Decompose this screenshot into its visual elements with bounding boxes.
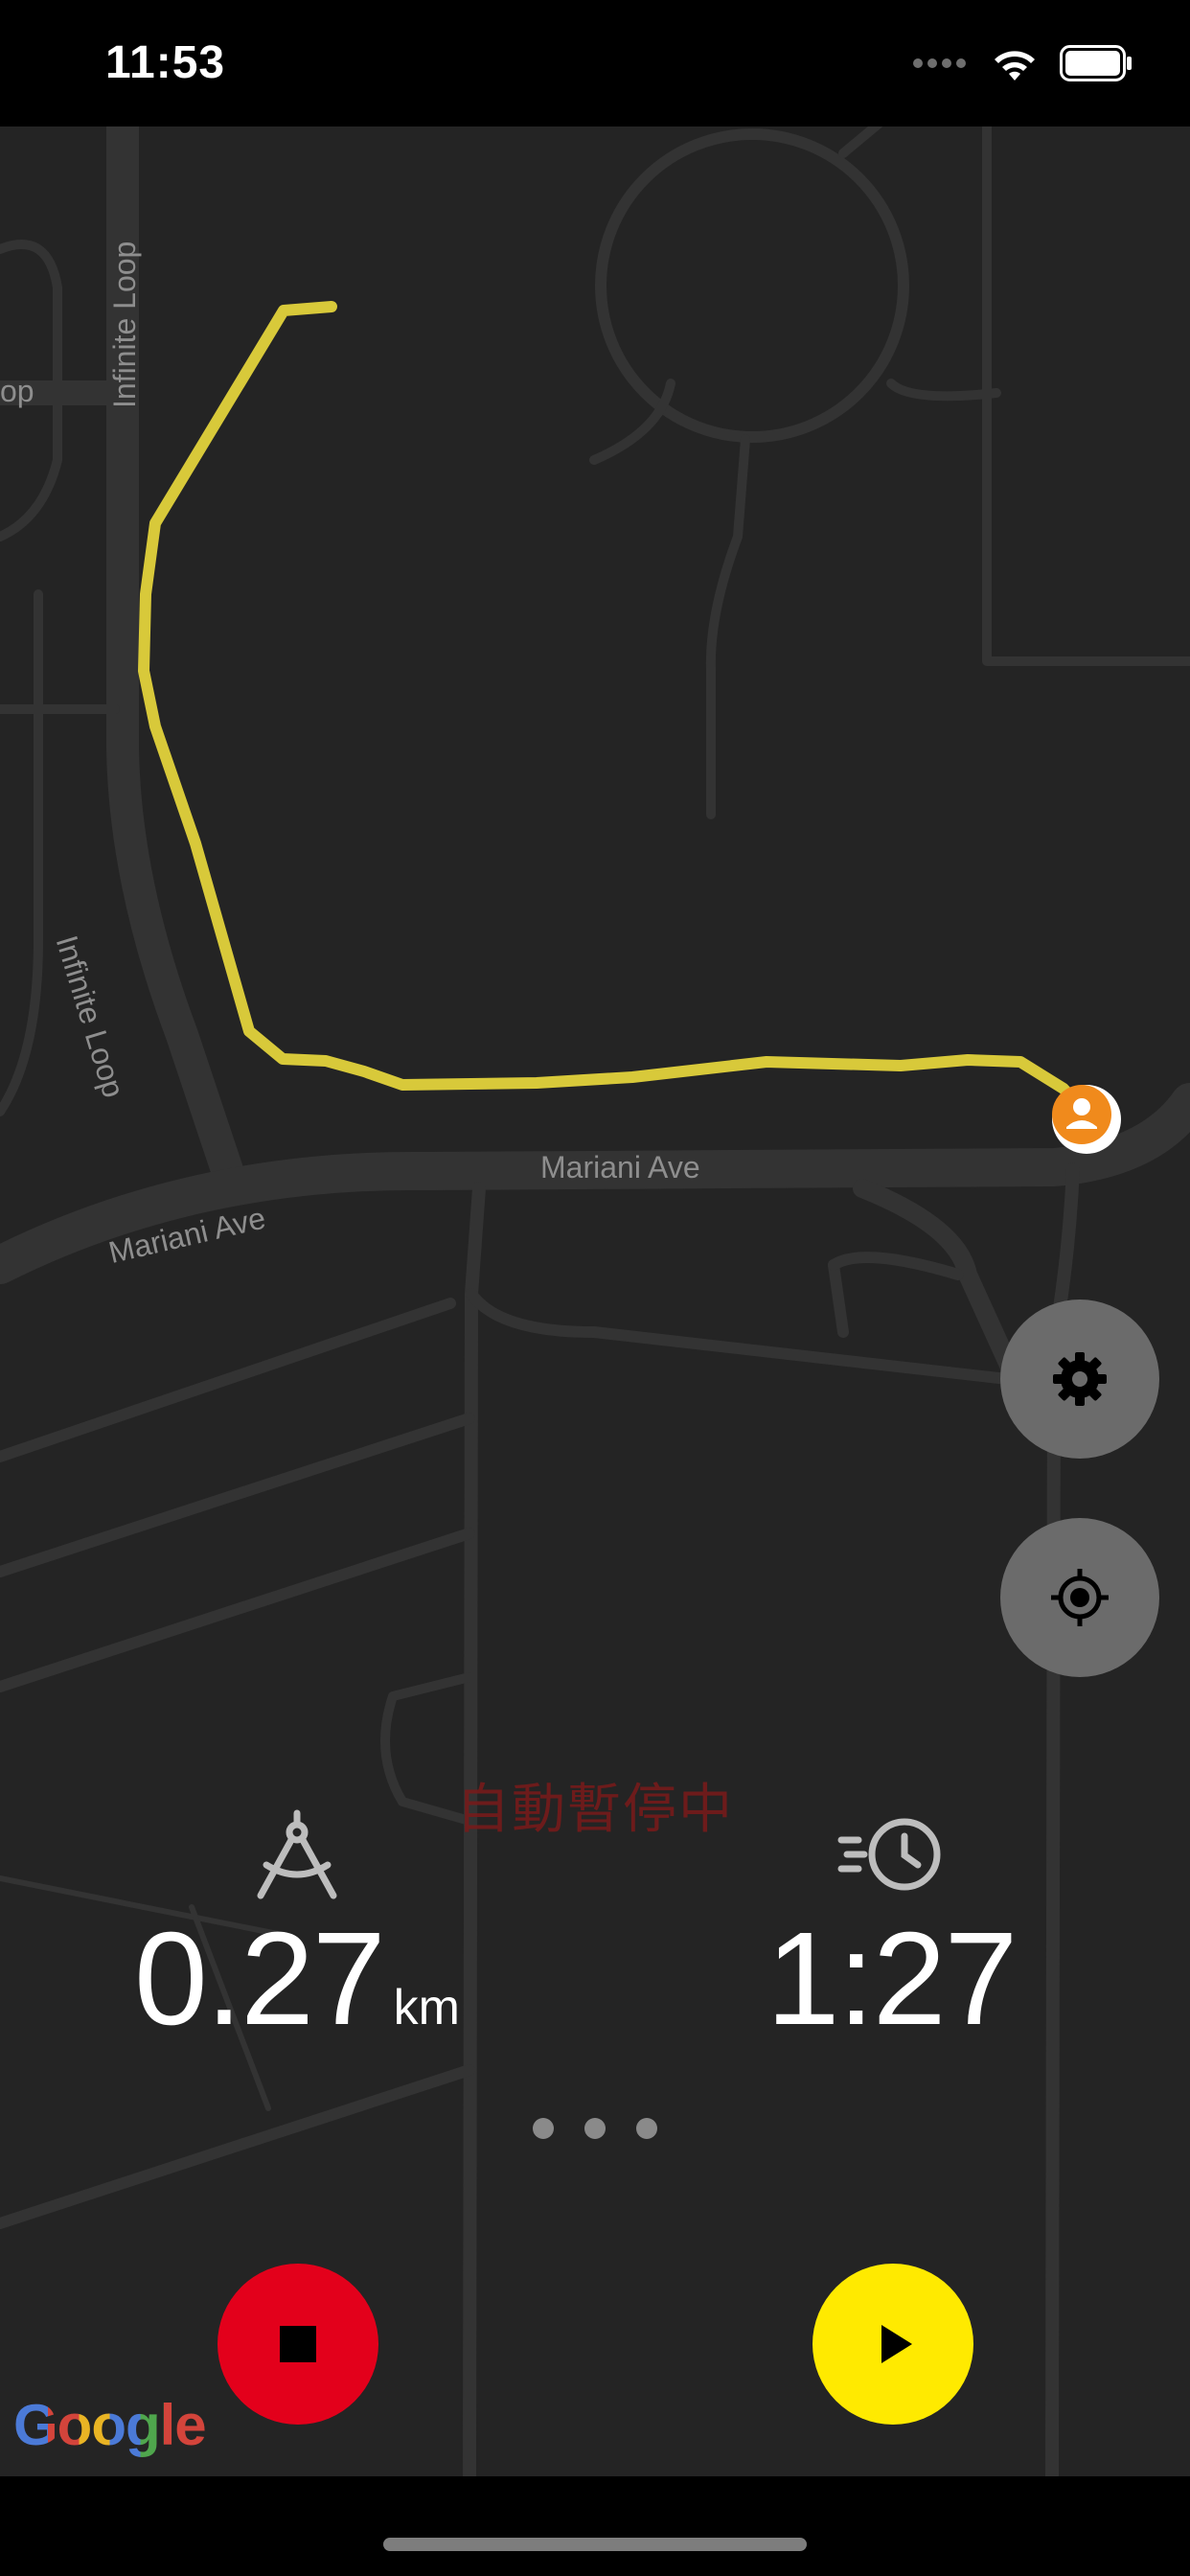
page-indicator[interactable] bbox=[0, 2118, 1190, 2139]
status-bar: 11:53 bbox=[0, 0, 1190, 126]
google-attribution: Google bbox=[13, 2393, 207, 2457]
distance-value: 0.27 bbox=[134, 1905, 386, 2053]
distance-stat: 0.27 km bbox=[86, 1802, 508, 2045]
speed-clock-icon bbox=[837, 1818, 941, 1891]
compass-divider-icon bbox=[257, 1809, 337, 1899]
stop-button[interactable] bbox=[217, 2264, 378, 2425]
map-label-fragment: op bbox=[0, 374, 34, 408]
battery-full-icon bbox=[1060, 44, 1133, 86]
gear-icon bbox=[1053, 1352, 1107, 1406]
locate-me-button[interactable] bbox=[1000, 1518, 1159, 1677]
wifi-icon bbox=[991, 44, 1039, 87]
status-time: 11:53 bbox=[105, 37, 226, 88]
page-dot[interactable] bbox=[533, 2118, 554, 2139]
map-label-mariani-ave: Mariani Ave bbox=[540, 1150, 700, 1184]
play-icon bbox=[881, 2325, 912, 2363]
play-button[interactable] bbox=[812, 2264, 973, 2425]
status-icons bbox=[912, 42, 1133, 88]
route-path bbox=[138, 301, 1090, 1117]
user-location-marker[interactable] bbox=[1052, 1085, 1121, 1154]
crosshair-icon bbox=[1051, 1569, 1109, 1626]
settings-button[interactable] bbox=[1000, 1300, 1159, 1459]
time-value: 1:27 bbox=[766, 1905, 1018, 2053]
home-indicator[interactable] bbox=[383, 2538, 807, 2551]
distance-unit: km bbox=[393, 1980, 460, 2036]
map-label-infinite-loop: Infinite Loop bbox=[107, 241, 142, 408]
home-bar-area bbox=[0, 2476, 1190, 2576]
page-dot[interactable] bbox=[636, 2118, 657, 2139]
stop-icon bbox=[280, 2326, 316, 2362]
time-stat: 1:27 bbox=[680, 1802, 1102, 2045]
page-dot[interactable] bbox=[584, 2118, 606, 2139]
signal-dots-icon bbox=[912, 57, 970, 75]
user-avatar-icon bbox=[1052, 1085, 1111, 1144]
